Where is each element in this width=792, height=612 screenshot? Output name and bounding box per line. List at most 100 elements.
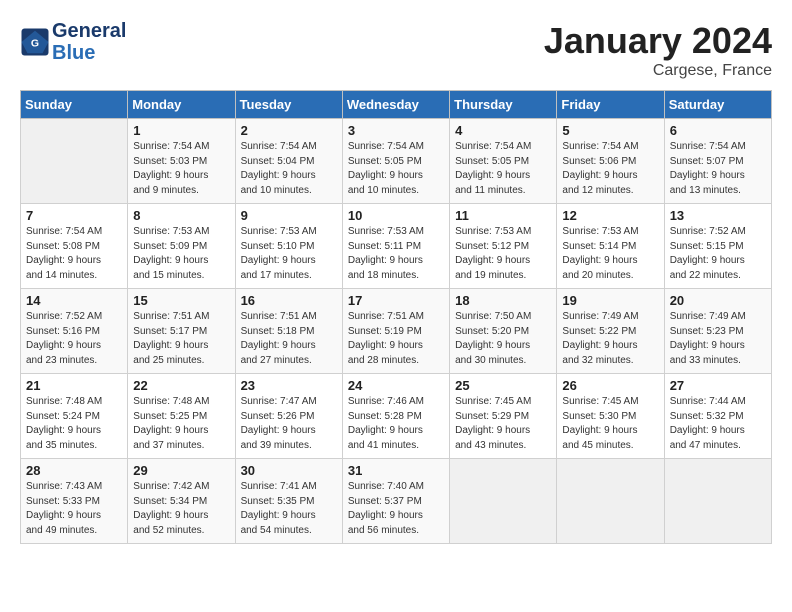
day-cell bbox=[664, 459, 771, 544]
day-cell: 21Sunrise: 7:48 AMSunset: 5:24 PMDayligh… bbox=[21, 374, 128, 459]
day-info: Sunrise: 7:43 AMSunset: 5:33 PMDaylight:… bbox=[26, 480, 122, 538]
day-number: 23 bbox=[241, 378, 337, 393]
day-cell bbox=[557, 459, 664, 544]
day-info: Sunrise: 7:50 AMSunset: 5:20 PMDaylight:… bbox=[455, 310, 551, 368]
day-info: Sunrise: 7:48 AMSunset: 5:24 PMDaylight:… bbox=[26, 395, 122, 453]
day-info: Sunrise: 7:53 AMSunset: 5:14 PMDaylight:… bbox=[562, 225, 658, 283]
week-row-2: 7Sunrise: 7:54 AMSunset: 5:08 PMDaylight… bbox=[21, 204, 772, 289]
day-cell: 6 Sunrise: 7:54 AMSunset: 5:07 PMDaylight… bbox=[664, 119, 771, 204]
day-cell: 13 Sunrise: 7:52 AMSunset: 5:15 PMDayligh… bbox=[664, 204, 771, 289]
day-number: 2 bbox=[241, 123, 337, 138]
day-cell: 27Sunrise: 7:44 AMSunset: 5:32 PMDayligh… bbox=[664, 374, 771, 459]
day-cell: 20 Sunrise: 7:49 AMSunset: 5:23 PMDayligh… bbox=[664, 289, 771, 374]
day-cell: 30 Sunrise: 7:41 AMSunset: 5:35 PMDayligh… bbox=[235, 459, 342, 544]
day-number: 9 bbox=[241, 208, 337, 223]
day-info: Sunrise: 7:54 AMSunset: 5:06 PMDaylight:… bbox=[562, 140, 658, 198]
day-number: 26 bbox=[562, 378, 658, 393]
day-number: 3 bbox=[348, 123, 444, 138]
day-cell: 28Sunrise: 7:43 AMSunset: 5:33 PMDayligh… bbox=[21, 459, 128, 544]
day-number: 8 bbox=[133, 208, 229, 223]
day-info: Sunrise: 7:53 AMSunset: 5:12 PMDaylight:… bbox=[455, 225, 551, 283]
day-cell: 24 Sunrise: 7:46 AMSunset: 5:28 PMDayligh… bbox=[342, 374, 449, 459]
day-number: 20 bbox=[670, 293, 766, 308]
day-info: Sunrise: 7:45 AMSunset: 5:29 PMDaylight:… bbox=[455, 395, 551, 453]
day-info: Sunrise: 7:54 AMSunset: 5:07 PMDaylight:… bbox=[670, 140, 766, 198]
day-info: Sunrise: 7:42 AMSunset: 5:34 PMDaylight:… bbox=[133, 480, 229, 538]
day-number: 11 bbox=[455, 208, 551, 223]
day-info: Sunrise: 7:40 AMSunset: 5:37 PMDaylight:… bbox=[348, 480, 444, 538]
day-cell bbox=[21, 119, 128, 204]
day-info: Sunrise: 7:52 AMSunset: 5:15 PMDaylight:… bbox=[670, 225, 766, 283]
header-saturday: Saturday bbox=[664, 91, 771, 119]
day-number: 14 bbox=[26, 293, 122, 308]
header-tuesday: Tuesday bbox=[235, 91, 342, 119]
header-friday: Friday bbox=[557, 91, 664, 119]
day-info: Sunrise: 7:47 AMSunset: 5:26 PMDaylight:… bbox=[241, 395, 337, 453]
day-cell: 8Sunrise: 7:53 AMSunset: 5:09 PMDaylight… bbox=[128, 204, 235, 289]
day-cell: 3Sunrise: 7:54 AMSunset: 5:05 PMDaylight… bbox=[342, 119, 449, 204]
header-sunday: Sunday bbox=[21, 91, 128, 119]
day-cell: 5 Sunrise: 7:54 AMSunset: 5:06 PMDaylight… bbox=[557, 119, 664, 204]
calendar-table: SundayMondayTuesdayWednesdayThursdayFrid… bbox=[20, 90, 772, 544]
logo-line1: General bbox=[52, 20, 126, 42]
day-cell: 9 Sunrise: 7:53 AMSunset: 5:10 PMDaylight… bbox=[235, 204, 342, 289]
title-block: January 2024 Cargese, France bbox=[544, 20, 772, 80]
logo-text: General Blue bbox=[52, 20, 126, 64]
logo-icon: G bbox=[20, 27, 50, 57]
day-info: Sunrise: 7:51 AMSunset: 5:17 PMDaylight:… bbox=[133, 310, 229, 368]
day-number: 19 bbox=[562, 293, 658, 308]
week-row-5: 28Sunrise: 7:43 AMSunset: 5:33 PMDayligh… bbox=[21, 459, 772, 544]
day-info: Sunrise: 7:54 AMSunset: 5:04 PMDaylight:… bbox=[241, 140, 337, 198]
header-row: SundayMondayTuesdayWednesdayThursdayFrid… bbox=[21, 91, 772, 119]
day-number: 31 bbox=[348, 463, 444, 478]
day-number: 27 bbox=[670, 378, 766, 393]
week-row-1: 1Sunrise: 7:54 AMSunset: 5:03 PMDaylight… bbox=[21, 119, 772, 204]
day-cell: 15 Sunrise: 7:51 AMSunset: 5:17 PMDayligh… bbox=[128, 289, 235, 374]
day-number: 30 bbox=[241, 463, 337, 478]
header-wednesday: Wednesday bbox=[342, 91, 449, 119]
day-number: 18 bbox=[455, 293, 551, 308]
day-cell: 18 Sunrise: 7:50 AMSunset: 5:20 PMDayligh… bbox=[450, 289, 557, 374]
day-info: Sunrise: 7:52 AMSunset: 5:16 PMDaylight:… bbox=[26, 310, 122, 368]
day-cell: 23 Sunrise: 7:47 AMSunset: 5:26 PMDayligh… bbox=[235, 374, 342, 459]
page-header: G General Blue January 2024 Cargese, Fra… bbox=[20, 20, 772, 80]
header-monday: Monday bbox=[128, 91, 235, 119]
day-number: 25 bbox=[455, 378, 551, 393]
logo: G General Blue bbox=[20, 20, 126, 64]
svg-text:G: G bbox=[31, 38, 39, 50]
day-info: Sunrise: 7:46 AMSunset: 5:28 PMDaylight:… bbox=[348, 395, 444, 453]
day-info: Sunrise: 7:51 AMSunset: 5:18 PMDaylight:… bbox=[241, 310, 337, 368]
day-info: Sunrise: 7:51 AMSunset: 5:19 PMDaylight:… bbox=[348, 310, 444, 368]
day-number: 4 bbox=[455, 123, 551, 138]
day-cell: 22Sunrise: 7:48 AMSunset: 5:25 PMDayligh… bbox=[128, 374, 235, 459]
day-number: 29 bbox=[133, 463, 229, 478]
day-info: Sunrise: 7:53 AMSunset: 5:10 PMDaylight:… bbox=[241, 225, 337, 283]
day-number: 5 bbox=[562, 123, 658, 138]
day-cell: 2 Sunrise: 7:54 AMSunset: 5:04 PMDaylight… bbox=[235, 119, 342, 204]
day-cell: 31 Sunrise: 7:40 AMSunset: 5:37 PMDayligh… bbox=[342, 459, 449, 544]
day-cell: 11 Sunrise: 7:53 AMSunset: 5:12 PMDayligh… bbox=[450, 204, 557, 289]
day-info: Sunrise: 7:41 AMSunset: 5:35 PMDaylight:… bbox=[241, 480, 337, 538]
day-info: Sunrise: 7:54 AMSunset: 5:05 PMDaylight:… bbox=[455, 140, 551, 198]
day-number: 13 bbox=[670, 208, 766, 223]
day-number: 7 bbox=[26, 208, 122, 223]
day-number: 24 bbox=[348, 378, 444, 393]
day-number: 15 bbox=[133, 293, 229, 308]
day-cell: 29 Sunrise: 7:42 AMSunset: 5:34 PMDayligh… bbox=[128, 459, 235, 544]
day-number: 22 bbox=[133, 378, 229, 393]
day-cell bbox=[450, 459, 557, 544]
day-number: 1 bbox=[133, 123, 229, 138]
day-cell: 4 Sunrise: 7:54 AMSunset: 5:05 PMDaylight… bbox=[450, 119, 557, 204]
day-info: Sunrise: 7:49 AMSunset: 5:23 PMDaylight:… bbox=[670, 310, 766, 368]
location: Cargese, France bbox=[544, 62, 772, 80]
logo-line2: Blue bbox=[52, 42, 126, 64]
day-number: 10 bbox=[348, 208, 444, 223]
day-cell: 7Sunrise: 7:54 AMSunset: 5:08 PMDaylight… bbox=[21, 204, 128, 289]
day-number: 6 bbox=[670, 123, 766, 138]
week-row-3: 14 Sunrise: 7:52 AMSunset: 5:16 PMDayligh… bbox=[21, 289, 772, 374]
day-cell: 26 Sunrise: 7:45 AMSunset: 5:30 PMDayligh… bbox=[557, 374, 664, 459]
day-cell: 25 Sunrise: 7:45 AMSunset: 5:29 PMDayligh… bbox=[450, 374, 557, 459]
day-info: Sunrise: 7:45 AMSunset: 5:30 PMDaylight:… bbox=[562, 395, 658, 453]
day-cell: 10 Sunrise: 7:53 AMSunset: 5:11 PMDayligh… bbox=[342, 204, 449, 289]
day-info: Sunrise: 7:53 AMSunset: 5:11 PMDaylight:… bbox=[348, 225, 444, 283]
